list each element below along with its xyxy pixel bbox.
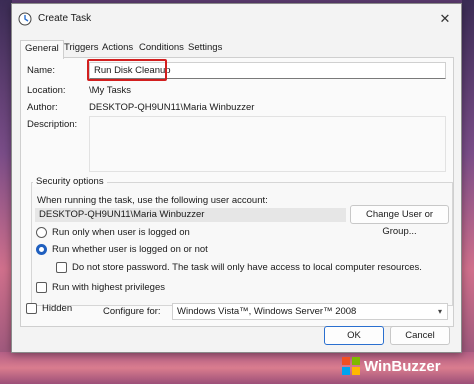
- configure-for-label: Configure for:: [103, 306, 161, 317]
- name-label: Name:: [27, 65, 55, 76]
- ok-button[interactable]: OK: [324, 326, 384, 345]
- task-scheduler-icon: [18, 12, 32, 26]
- radio-whether-logged-on-label[interactable]: Run whether user is logged on or not: [52, 244, 208, 255]
- highest-privileges-checkbox[interactable]: [36, 282, 47, 293]
- location-label: Location:: [27, 85, 66, 96]
- winbuzzer-logo-icon: [342, 357, 360, 375]
- radio-logged-on-only-label[interactable]: Run only when user is logged on: [52, 227, 190, 238]
- change-user-button[interactable]: Change User or Group...: [350, 205, 449, 237]
- no-store-password-checkbox[interactable]: [56, 262, 67, 273]
- winbuzzer-text: WinBuzzer: [364, 358, 441, 375]
- location-value: \My Tasks: [89, 85, 132, 96]
- highest-privileges-label[interactable]: Run with highest privileges: [52, 282, 165, 293]
- hidden-label[interactable]: Hidden: [42, 303, 72, 314]
- radio-logged-on-only[interactable]: [36, 227, 47, 238]
- no-store-password-label[interactable]: Do not store password. The task will onl…: [72, 262, 422, 273]
- tab-triggers[interactable]: Triggers: [62, 42, 101, 56]
- cancel-button[interactable]: Cancel: [390, 326, 450, 345]
- title-bar[interactable]: Create Task ✕: [12, 4, 461, 34]
- tab-settings[interactable]: Settings: [186, 42, 224, 56]
- window-title: Create Task: [38, 13, 92, 24]
- user-account-field: DESKTOP-QH9UN11\Maria Winbuzzer: [35, 208, 346, 222]
- configure-for-value: Windows Vista™, Windows Server™ 2008: [177, 306, 357, 317]
- tab-general[interactable]: General: [20, 40, 64, 59]
- name-highlight-box: [87, 59, 167, 81]
- configure-for-select[interactable]: Windows Vista™, Windows Server™ 2008 ▾: [172, 303, 448, 320]
- close-button[interactable]: ✕: [435, 10, 455, 28]
- account-prompt: When running the task, use the following…: [37, 195, 268, 206]
- hidden-checkbox[interactable]: [26, 303, 37, 314]
- close-icon: ✕: [439, 11, 451, 26]
- tab-actions[interactable]: Actions: [100, 42, 135, 56]
- wallpaper-right: [462, 0, 474, 384]
- author-label: Author:: [27, 102, 58, 113]
- general-panel: Name: Run Disk Cleanup Location: \My Tas…: [20, 57, 454, 327]
- author-value: DESKTOP-QH9UN11\Maria Winbuzzer: [89, 102, 255, 113]
- description-input[interactable]: [89, 116, 446, 172]
- security-options-title: Security options: [33, 176, 107, 187]
- radio-whether-logged-on[interactable]: [36, 244, 47, 255]
- create-task-dialog: Create Task ✕ General Triggers Actions C…: [11, 3, 462, 353]
- description-label: Description:: [27, 119, 78, 130]
- tab-conditions[interactable]: Conditions: [137, 42, 186, 56]
- winbuzzer-watermark: WinBuzzer: [342, 354, 472, 380]
- chevron-down-icon: ▾: [437, 307, 442, 316]
